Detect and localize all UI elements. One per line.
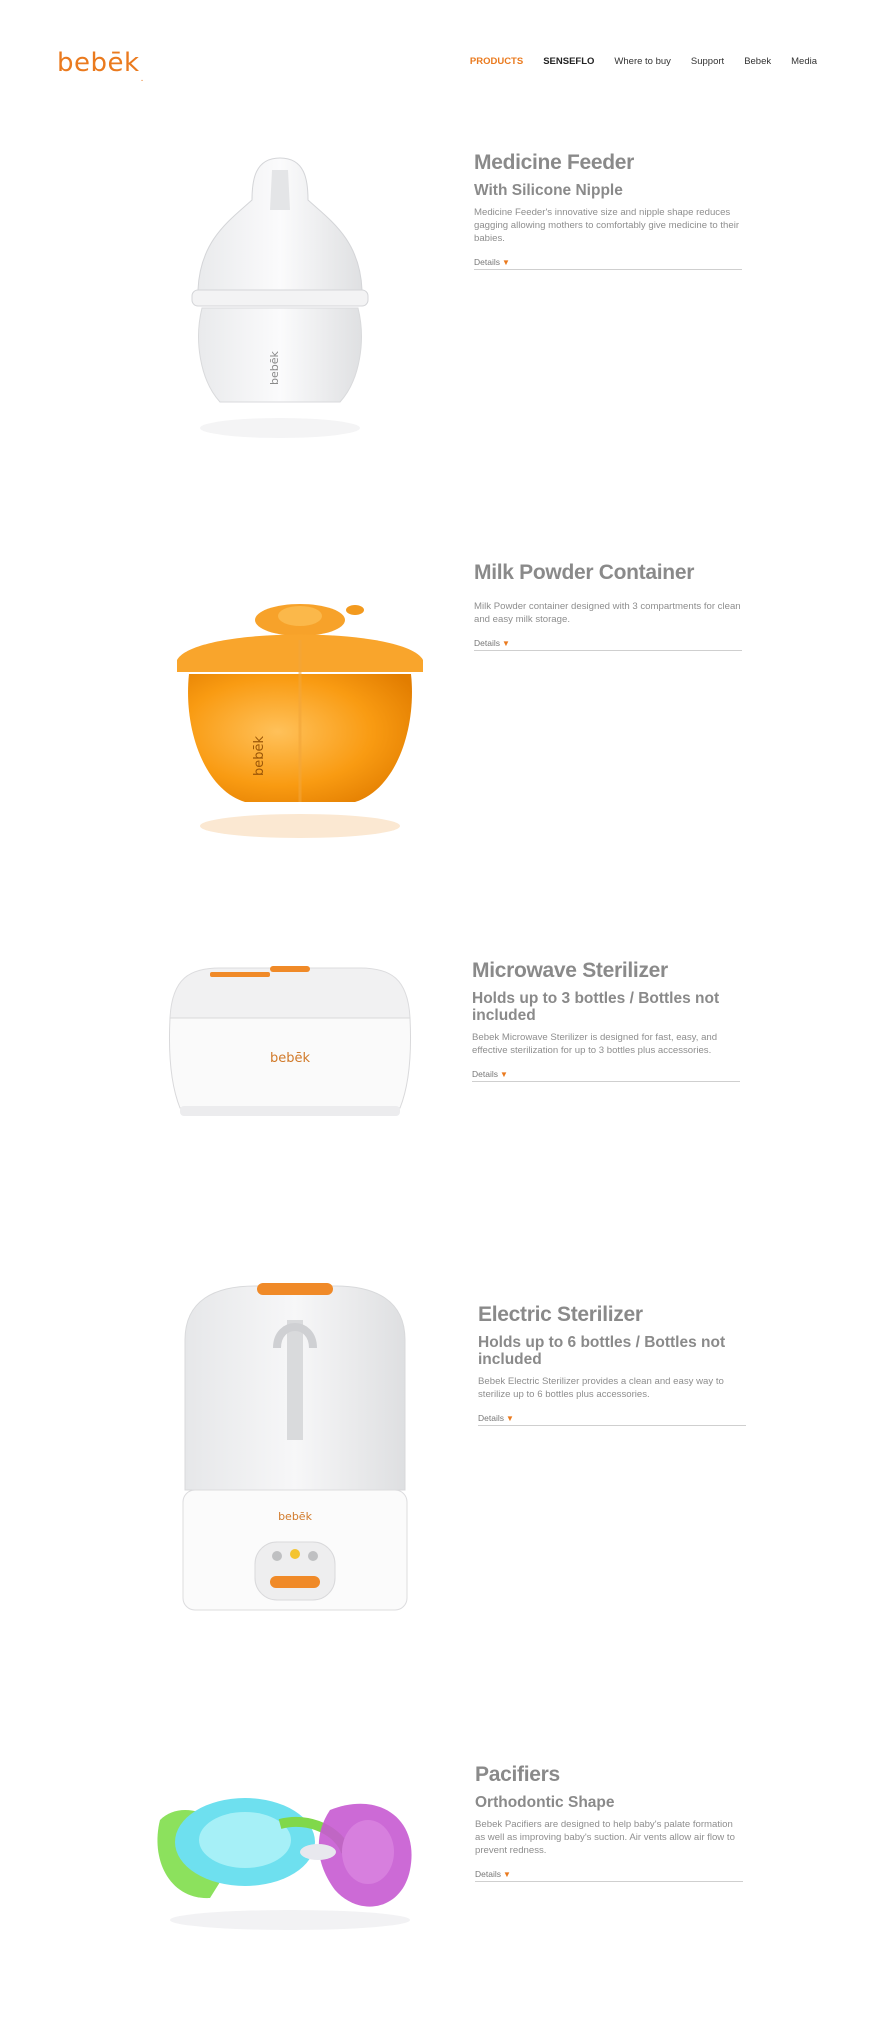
logo-text: bebēk (57, 48, 140, 78)
product-description: Bebek Electric Sterilizer provides a cle… (478, 1376, 724, 1400)
milk-powder-container-image[interactable]: bebēk (155, 580, 445, 850)
microwave-sterilizer-info: Microwave Sterilizer Holds up to 3 bottl… (472, 958, 740, 1082)
details-toggle[interactable]: Details ▼ (475, 1869, 743, 1882)
pacifiers-info: Pacifiers Orthodontic Shape Bebek Pacifi… (475, 1762, 743, 1882)
product-title: Electric Sterilizer (478, 1303, 643, 1326)
product-subtitle: With Silicone Nipple (474, 182, 623, 199)
product-description: Bebek Microwave Sterilizer is designed f… (472, 1032, 718, 1056)
details-toggle[interactable]: Details ▼ (474, 638, 742, 651)
details-label: Details (475, 1869, 501, 1879)
details-label: Details (472, 1069, 498, 1079)
product-description: Milk Powder container designed with 3 co… (474, 601, 741, 625)
product-title: Microwave Sterilizer (472, 959, 668, 982)
nav-item-where-to-buy[interactable]: Where to buy (614, 56, 671, 67)
product-description: Bebek Pacifiers are designed to help bab… (475, 1819, 735, 1856)
details-label: Details (474, 638, 500, 648)
caret-down-icon: ▼ (505, 1414, 514, 1423)
svg-text:bebēk: bebēk (252, 736, 267, 777)
electric-sterilizer-image[interactable]: bebēk (175, 1280, 415, 1630)
caret-down-icon: ▼ (502, 1870, 511, 1879)
svg-text:bebēk: bebēk (268, 351, 281, 386)
nav-item-products[interactable]: PRODUCTS (470, 56, 523, 67)
nav-item-media[interactable]: Media (791, 56, 817, 67)
details-label: Details (478, 1413, 504, 1423)
bebek-logo[interactable]: bebēk. (57, 48, 144, 84)
caret-down-icon: ▼ (501, 639, 510, 648)
electric-sterilizer-info: Electric Sterilizer Holds up to 6 bottle… (478, 1302, 746, 1426)
caret-down-icon: ▼ (501, 258, 510, 267)
microwave-sterilizer-image[interactable]: bebēk (150, 958, 430, 1128)
nav-item-senseflo[interactable]: SENSEFLO (543, 56, 594, 67)
product-subtitle: Holds up to 6 bottles / Bottles not incl… (478, 1334, 726, 1368)
svg-text:bebēk: bebēk (270, 1051, 311, 1066)
nav-item-bebek[interactable]: Bebek (744, 56, 771, 67)
details-toggle[interactable]: Details ▼ (478, 1413, 746, 1426)
milk-powder-container-info: Milk Powder Container Milk Powder contai… (474, 560, 742, 651)
caret-down-icon: ▼ (499, 1070, 508, 1079)
medicine-feeder-info: Medicine Feeder With Silicone Nipple Med… (474, 150, 742, 270)
nav-item-support[interactable]: Support (691, 56, 724, 67)
medicine-feeder-image[interactable]: bebēk (160, 150, 400, 470)
main-nav: PRODUCTS SENSEFLO Where to buy Support B… (470, 56, 817, 67)
details-toggle[interactable]: Details ▼ (472, 1069, 740, 1082)
product-subtitle: Orthodontic Shape (475, 1794, 615, 1811)
product-title: Milk Powder Container (474, 561, 695, 584)
product-title: Medicine Feeder (474, 151, 635, 174)
pacifiers-image[interactable] (140, 1780, 430, 1940)
svg-text:bebēk: bebēk (278, 1510, 313, 1523)
details-toggle[interactable]: Details ▼ (474, 257, 742, 270)
product-title: Pacifiers (475, 1763, 560, 1786)
product-subtitle: Holds up to 3 bottles / Bottles not incl… (472, 990, 720, 1024)
product-description: Medicine Feeder's innovative size and ni… (474, 207, 740, 244)
logo-mark: . (140, 74, 144, 84)
details-label: Details (474, 257, 500, 267)
